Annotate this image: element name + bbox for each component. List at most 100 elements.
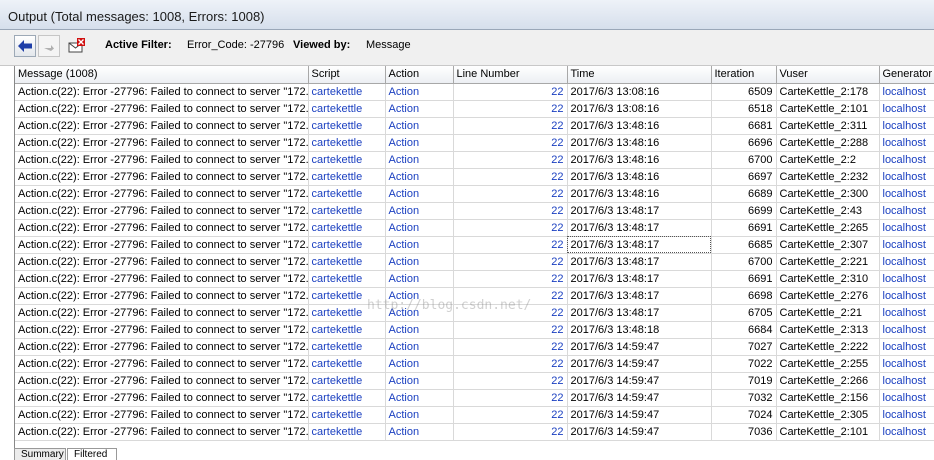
cell-line-number[interactable]: 22 [453, 100, 568, 118]
column-header-line-number[interactable]: Line Number [453, 66, 568, 84]
cell-script[interactable]: cartekettle [308, 270, 386, 288]
cell-action[interactable]: Action [385, 151, 454, 169]
column-header-script[interactable]: Script [308, 66, 386, 84]
cell-action[interactable]: Action [385, 117, 454, 135]
column-header-vuser[interactable]: Vuser [776, 66, 880, 84]
table-row[interactable]: Action.c(22): Error -27796: Failed to co… [15, 321, 934, 339]
cell-generator[interactable]: localhost [879, 185, 934, 203]
forward-button[interactable] [38, 35, 60, 57]
cell-generator[interactable]: localhost [879, 389, 934, 407]
table-row[interactable]: Action.c(22): Error -27796: Failed to co… [15, 372, 934, 390]
cell-script[interactable]: cartekettle [308, 202, 386, 220]
cell-action[interactable]: Action [385, 253, 454, 271]
cell-action[interactable]: Action [385, 304, 454, 322]
table-row[interactable]: Action.c(22): Error -27796: Failed to co… [15, 134, 934, 152]
cell-action[interactable]: Action [385, 202, 454, 220]
cell-action[interactable]: Action [385, 406, 454, 424]
column-header-iteration[interactable]: Iteration [711, 66, 777, 84]
cell-action[interactable]: Action [385, 270, 454, 288]
cell-generator[interactable]: localhost [879, 406, 934, 424]
table-row[interactable]: Action.c(22): Error -27796: Failed to co… [15, 287, 934, 305]
cell-script[interactable]: cartekettle [308, 117, 386, 135]
cell-script[interactable]: cartekettle [308, 253, 386, 271]
cell-action[interactable]: Action [385, 287, 454, 305]
cell-line-number[interactable]: 22 [453, 202, 568, 220]
cell-script[interactable]: cartekettle [308, 389, 386, 407]
cell-line-number[interactable]: 22 [453, 389, 568, 407]
cell-script[interactable]: cartekettle [308, 423, 386, 441]
cell-generator[interactable]: localhost [879, 151, 934, 169]
cell-action[interactable]: Action [385, 134, 454, 152]
cell-action[interactable]: Action [385, 219, 454, 237]
cell-action[interactable]: Action [385, 100, 454, 118]
cell-action[interactable]: Action [385, 185, 454, 203]
cell-action[interactable]: Action [385, 83, 454, 101]
cell-line-number[interactable]: 22 [453, 253, 568, 271]
table-row[interactable]: Action.c(22): Error -27796: Failed to co… [15, 83, 934, 101]
cell-generator[interactable]: localhost [879, 134, 934, 152]
cell-script[interactable]: cartekettle [308, 338, 386, 356]
cell-line-number[interactable]: 22 [453, 338, 568, 356]
cell-script[interactable]: cartekettle [308, 219, 386, 237]
cell-line-number[interactable]: 22 [453, 219, 568, 237]
cell-script[interactable]: cartekettle [308, 185, 386, 203]
cell-line-number[interactable]: 22 [453, 287, 568, 305]
table-row[interactable]: Action.c(22): Error -27796: Failed to co… [15, 406, 934, 424]
column-header-message[interactable]: Message (1008) [15, 66, 309, 84]
cell-generator[interactable]: localhost [879, 117, 934, 135]
cell-generator[interactable]: localhost [879, 372, 934, 390]
cell-generator[interactable]: localhost [879, 321, 934, 339]
table-row[interactable]: Action.c(22): Error -27796: Failed to co… [15, 185, 934, 203]
cell-line-number[interactable]: 22 [453, 355, 568, 373]
cell-line-number[interactable]: 22 [453, 185, 568, 203]
table-row[interactable]: Action.c(22): Error -27796: Failed to co… [15, 253, 934, 271]
cell-script[interactable]: cartekettle [308, 236, 386, 254]
table-row[interactable]: Action.c(22): Error -27796: Failed to co… [15, 117, 934, 135]
cell-generator[interactable]: localhost [879, 236, 934, 254]
cell-generator[interactable]: localhost [879, 304, 934, 322]
cell-action[interactable]: Action [385, 338, 454, 356]
cell-line-number[interactable]: 22 [453, 134, 568, 152]
cell-generator[interactable]: localhost [879, 270, 934, 288]
table-row[interactable]: Action.c(22): Error -27796: Failed to co… [15, 338, 934, 356]
table-row[interactable]: Action.c(22): Error -27796: Failed to co… [15, 202, 934, 220]
table-row[interactable]: Action.c(22): Error -27796: Failed to co… [15, 219, 934, 237]
table-row[interactable]: Action.c(22): Error -27796: Failed to co… [15, 151, 934, 169]
cell-line-number[interactable]: 22 [453, 406, 568, 424]
cell-line-number[interactable]: 22 [453, 83, 568, 101]
cell-script[interactable]: cartekettle [308, 304, 386, 322]
cell-script[interactable]: cartekettle [308, 287, 386, 305]
cell-action[interactable]: Action [385, 321, 454, 339]
cell-action[interactable]: Action [385, 372, 454, 390]
cell-script[interactable]: cartekettle [308, 134, 386, 152]
cell-line-number[interactable]: 22 [453, 270, 568, 288]
table-row[interactable]: Action.c(22): Error -27796: Failed to co… [15, 304, 934, 322]
tab-filtered[interactable]: Filtered [67, 448, 117, 460]
cell-generator[interactable]: localhost [879, 355, 934, 373]
cell-script[interactable]: cartekettle [308, 83, 386, 101]
cell-generator[interactable]: localhost [879, 287, 934, 305]
table-row[interactable]: Action.c(22): Error -27796: Failed to co… [15, 100, 934, 118]
table-row[interactable]: Action.c(22): Error -27796: Failed to co… [15, 236, 934, 254]
cell-action[interactable]: Action [385, 423, 454, 441]
cell-line-number[interactable]: 22 [453, 168, 568, 186]
table-row[interactable]: Action.c(22): Error -27796: Failed to co… [15, 355, 934, 373]
cell-generator[interactable]: localhost [879, 338, 934, 356]
cell-script[interactable]: cartekettle [308, 168, 386, 186]
cell-script[interactable]: cartekettle [308, 372, 386, 390]
table-row[interactable]: Action.c(22): Error -27796: Failed to co… [15, 270, 934, 288]
table-row[interactable]: Action.c(22): Error -27796: Failed to co… [15, 168, 934, 186]
cell-script[interactable]: cartekettle [308, 151, 386, 169]
cell-line-number[interactable]: 22 [453, 372, 568, 390]
cell-generator[interactable]: localhost [879, 83, 934, 101]
cell-script[interactable]: cartekettle [308, 355, 386, 373]
tab-summary[interactable]: Summary [14, 448, 66, 460]
column-header-time[interactable]: Time [567, 66, 712, 84]
cell-line-number[interactable]: 22 [453, 423, 568, 441]
table-row[interactable]: Action.c(22): Error -27796: Failed to co… [15, 389, 934, 407]
column-header-generator[interactable]: Generator [879, 66, 934, 84]
cell-action[interactable]: Action [385, 168, 454, 186]
cell-line-number[interactable]: 22 [453, 117, 568, 135]
cell-action[interactable]: Action [385, 389, 454, 407]
cell-generator[interactable]: localhost [879, 168, 934, 186]
